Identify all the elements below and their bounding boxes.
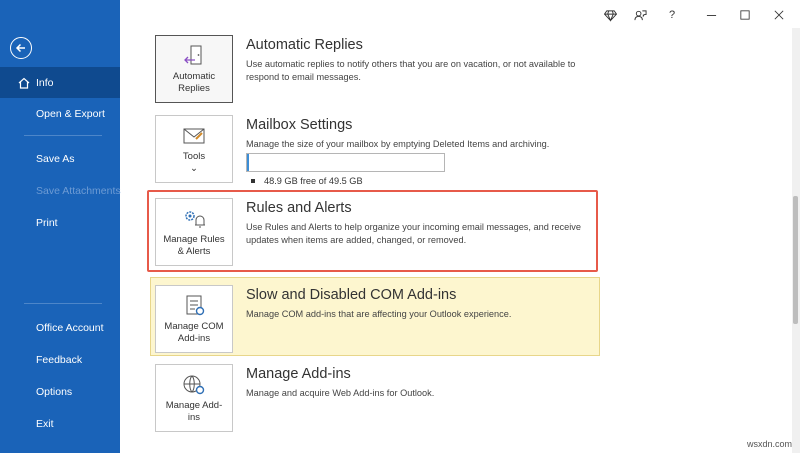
automatic-replies-button-label-2: Replies [178,83,210,94]
home-icon [18,77,30,89]
nav-print[interactable]: Print [36,217,58,229]
nav-divider [24,303,102,304]
tools-button-label: Tools [182,151,206,162]
com-addins-title: Slow and Disabled COM Add-ins [246,287,457,303]
back-arrow-icon [15,43,25,53]
nav-office-account[interactable]: Office Account [36,322,104,334]
minimize-icon[interactable] [703,7,719,23]
manage-com-button-label-2: Add-ins [177,333,211,344]
nav-options[interactable]: Options [36,386,72,398]
nav-open-export[interactable]: Open & Export [36,108,105,120]
manage-rules-alerts-button[interactable]: Manage Rules & Alerts [155,198,233,266]
coauthor-icon[interactable] [632,7,648,23]
scrollbar-thumb[interactable] [793,196,798,324]
automatic-replies-button[interactable]: Automatic Replies [155,35,233,103]
mailbox-storage-bar [246,153,445,172]
nav-save-attachments: Save Attachments [36,185,121,197]
nav-save-as[interactable]: Save As [36,153,75,165]
nav-divider [24,135,102,136]
com-addins-description: Manage COM add-ins that are affecting yo… [246,309,512,319]
nav-info-label: Info [36,76,54,89]
automatic-replies-description: Use automatic replies to notify others t… [246,59,576,82]
automatic-replies-button-label-1: Automatic [172,71,216,82]
manage-addins-button[interactable]: Manage Add-ins [155,364,233,432]
rules-alerts-title: Rules and Alerts [246,200,352,216]
mailbox-settings-description: Manage the size of your mailbox by empty… [246,139,550,149]
manage-addins-description: Manage and acquire Web Add-ins for Outlo… [246,388,435,398]
storage-bullet [251,179,255,183]
diamond-icon[interactable] [602,7,618,23]
mailbox-storage-fill [247,154,250,171]
nav-info[interactable]: Info [0,67,120,98]
nav-exit[interactable]: Exit [36,418,54,430]
door-arrow-icon [184,45,202,65]
backstage-sidebar: Info Open & Export Save As Save Attachme… [0,0,121,453]
com-addins-icon [186,295,205,316]
rules-alerts-description: Use Rules and Alerts to help organize yo… [246,222,582,245]
manage-rules-button-label-2: & Alerts [177,246,211,257]
mailbox-storage-text: 48.9 GB free of 49.5 GB [264,176,363,186]
automatic-replies-title: Automatic Replies [246,37,363,53]
manage-rules-button-label-1: Manage Rules [163,234,225,245]
watermark: wsxdn.com [746,439,792,449]
maximize-icon[interactable] [737,7,753,23]
close-icon[interactable] [771,7,787,23]
mailbox-settings-title: Mailbox Settings [246,117,353,133]
manage-addins-button-label-1: Manage Add- [165,400,223,411]
globe-gear-icon [183,375,205,395]
rules-gear-bell-icon [185,211,205,228]
manage-addins-button-label-2: ins [187,412,201,423]
help-icon[interactable]: ? [664,7,680,23]
tools-mailbox-icon [183,128,205,144]
tools-button[interactable]: Tools ⌄ [155,115,233,183]
manage-com-addins-button[interactable]: Manage COM Add-ins [155,285,233,353]
manage-com-button-label-1: Manage COM [164,321,224,332]
manage-addins-title: Manage Add-ins [246,366,351,382]
chevron-down-icon: ⌄ [190,163,198,174]
nav-feedback[interactable]: Feedback [36,354,82,366]
back-button[interactable] [10,37,32,59]
